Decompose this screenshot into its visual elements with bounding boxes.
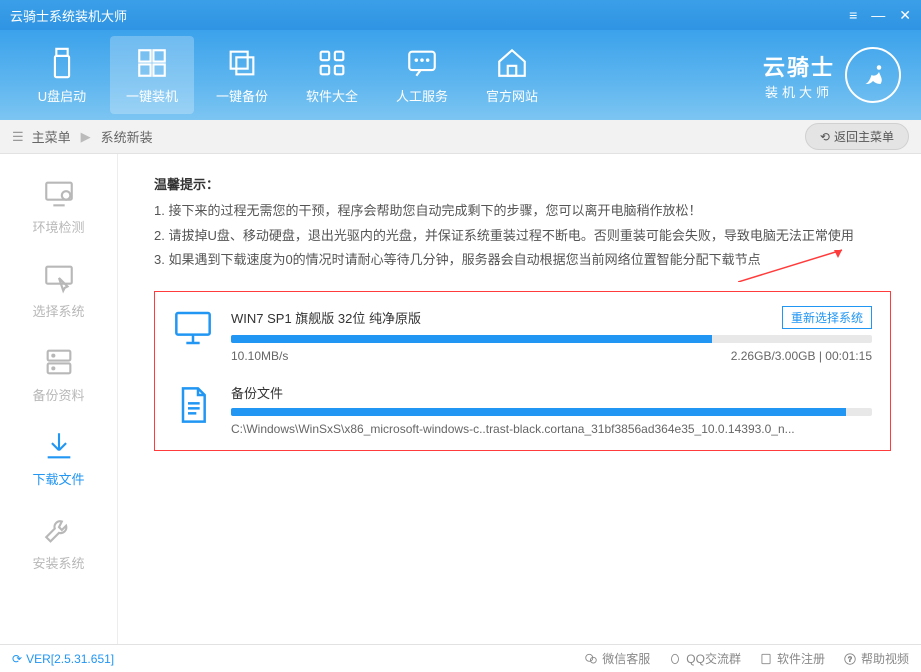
cursor-select-icon	[42, 261, 76, 295]
sidebar-item-install[interactable]: 安装系统	[0, 500, 117, 584]
brand-logo-icon	[845, 47, 901, 103]
sidebar-label: 选择系统	[32, 301, 84, 320]
home-icon	[495, 46, 529, 80]
nav-usb-boot[interactable]: U盘启动	[20, 36, 104, 114]
brand-name: 云骑士	[763, 50, 835, 82]
download-speed: 10.10MB/s	[231, 349, 288, 363]
crumb-main[interactable]: 主菜单	[32, 127, 71, 146]
system-title: WIN7 SP1 旗舰版 32位 纯净原版	[231, 308, 421, 327]
download-backup-body: 备份文件 C:\Windows\WinSxS\x86_microsoft-win…	[231, 383, 872, 436]
sidebar-label: 下载文件	[32, 469, 84, 488]
sidebar-label: 安装系统	[32, 553, 84, 572]
tip-line: 1. 接下来的过程无需您的干预，程序会帮助您自动完成剩下的步骤，您可以离开电脑稍…	[154, 199, 891, 224]
windows-icon	[135, 46, 169, 80]
footer-help[interactable]: ?帮助视频	[843, 650, 909, 667]
nav-website[interactable]: 官方网站	[470, 36, 554, 114]
register-icon	[759, 652, 773, 666]
download-size-time: 2.26GB/3.00GB | 00:01:15	[731, 349, 872, 363]
content: 温馨提示： 1. 接下来的过程无需您的干预，程序会帮助您自动完成剩下的步骤，您可…	[118, 154, 921, 644]
download-system-row: WIN7 SP1 旗舰版 32位 纯净原版 重新选择系统 10.10MB/s 2…	[173, 306, 872, 363]
footer: ⟳ VER[2.5.31.651] 微信客服 QQ交流群 软件注册 ?帮助视频	[0, 644, 921, 672]
system-meta: 10.10MB/s 2.26GB/3.00GB | 00:01:15	[231, 349, 872, 363]
apps-icon	[315, 46, 349, 80]
back-label: 返回主菜单	[834, 128, 894, 145]
download-icon	[42, 429, 76, 463]
crumb-current: 系统新装	[101, 127, 153, 146]
download-system-body: WIN7 SP1 旗舰版 32位 纯净原版 重新选择系统 10.10MB/s 2…	[231, 306, 872, 363]
backup-progress	[231, 408, 872, 416]
copy-icon	[225, 46, 259, 80]
top-nav: U盘启动 一键装机 一键备份 软件大全 人工服务 官方网站 云骑士 装机大师	[0, 30, 921, 120]
breadcrumb: ☰ 主菜单 ▶ 系统新装 ⟲ 返回主菜单	[0, 120, 921, 154]
nav-one-click-install[interactable]: 一键装机	[110, 36, 194, 114]
list-icon: ☰	[12, 129, 24, 145]
server-icon	[42, 345, 76, 379]
tip-line: 3. 如果遇到下载速度为0的情况时请耐心等待几分钟，服务器会自动根据您当前网络位…	[154, 248, 891, 273]
brand-sub: 装机大师	[763, 82, 835, 101]
minimize-icon[interactable]: —	[871, 7, 885, 24]
footer-qq[interactable]: QQ交流群	[668, 650, 741, 667]
qq-icon	[668, 652, 682, 666]
sidebar-label: 环境检测	[32, 217, 84, 236]
file-icon	[173, 385, 213, 428]
close-icon[interactable]: ✕	[899, 7, 911, 24]
tip-line: 2. 请拔掉U盘、移动硬盘，退出光驱内的光盘，并保证系统重装过程不断电。否则重装…	[154, 224, 891, 249]
wrench-icon	[42, 513, 76, 547]
refresh-icon[interactable]: ⟳	[12, 652, 22, 666]
backup-progress-fill	[231, 408, 846, 416]
nav-items: U盘启动 一键装机 一键备份 软件大全 人工服务 官方网站	[20, 36, 554, 114]
sidebar-item-env-check[interactable]: 环境检测	[0, 164, 117, 248]
nav-label: 一键装机	[126, 86, 178, 105]
tips-title: 温馨提示：	[154, 174, 891, 193]
footer-links: 微信客服 QQ交流群 软件注册 ?帮助视频	[584, 650, 909, 667]
nav-label: 一键备份	[216, 86, 268, 105]
nav-label: 官方网站	[486, 86, 538, 105]
back-arrow-icon: ⟲	[820, 130, 830, 144]
nav-label: U盘启动	[38, 86, 86, 105]
system-progress	[231, 335, 872, 343]
footer-register[interactable]: 软件注册	[759, 650, 825, 667]
download-backup-row: 备份文件 C:\Windows\WinSxS\x86_microsoft-win…	[173, 383, 872, 436]
backup-title: 备份文件	[231, 383, 283, 402]
nav-support[interactable]: 人工服务	[380, 36, 464, 114]
sidebar-item-select-system[interactable]: 选择系统	[0, 248, 117, 332]
window-controls: ≡ — ✕	[849, 7, 911, 24]
chevron-right-icon: ▶	[81, 129, 91, 145]
nav-one-click-backup[interactable]: 一键备份	[200, 36, 284, 114]
help-icon: ?	[843, 652, 857, 666]
footer-wechat[interactable]: 微信客服	[584, 650, 650, 667]
system-progress-fill	[231, 335, 712, 343]
chat-icon	[405, 46, 439, 80]
download-panel: WIN7 SP1 旗舰版 32位 纯净原版 重新选择系统 10.10MB/s 2…	[154, 291, 891, 451]
sidebar: 环境检测 选择系统 备份资料 下载文件 安装系统	[0, 154, 118, 644]
wechat-icon	[584, 652, 598, 666]
version-label: VER[2.5.31.651]	[26, 652, 114, 666]
svg-text:?: ?	[848, 656, 852, 663]
sidebar-item-backup[interactable]: 备份资料	[0, 332, 117, 416]
backup-path: C:\Windows\WinSxS\x86_microsoft-windows-…	[231, 422, 872, 436]
sidebar-item-download[interactable]: 下载文件	[0, 416, 117, 500]
sidebar-label: 备份资料	[32, 385, 84, 404]
nav-label: 软件大全	[306, 86, 358, 105]
monitor-icon	[173, 308, 213, 351]
brand-text: 云骑士 装机大师	[763, 50, 835, 101]
body: 环境检测 选择系统 备份资料 下载文件 安装系统 温馨提示： 1. 接下来的过程…	[0, 154, 921, 644]
monitor-gear-icon	[42, 177, 76, 211]
tips-list: 1. 接下来的过程无需您的干预，程序会帮助您自动完成剩下的步骤，您可以离开电脑稍…	[154, 199, 891, 273]
menu-icon[interactable]: ≡	[849, 7, 857, 24]
nav-label: 人工服务	[396, 86, 448, 105]
back-to-main-button[interactable]: ⟲ 返回主菜单	[805, 123, 909, 150]
reselect-system-button[interactable]: 重新选择系统	[782, 306, 872, 329]
nav-software[interactable]: 软件大全	[290, 36, 374, 114]
usb-icon	[45, 46, 79, 80]
brand: 云骑士 装机大师	[763, 47, 901, 103]
titlebar: 云骑士系统装机大师 ≡ — ✕	[0, 0, 921, 30]
app-title: 云骑士系统装机大师	[10, 6, 849, 25]
